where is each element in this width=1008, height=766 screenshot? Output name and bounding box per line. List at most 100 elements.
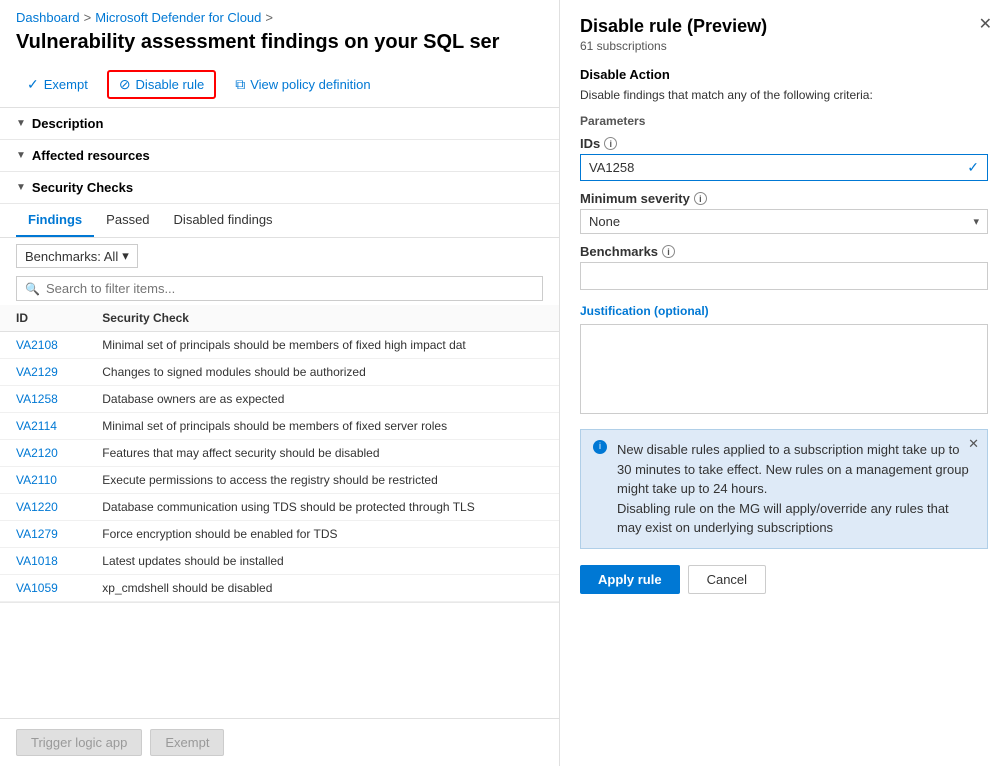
breadcrumb: Dashboard > Microsoft Defender for Cloud… <box>0 0 559 29</box>
benchmarks-filter-label: Benchmarks: All <box>25 249 118 264</box>
info-box-icon: i <box>593 440 607 454</box>
benchmarks-input-container[interactable] <box>580 262 988 290</box>
search-input[interactable] <box>46 281 534 296</box>
benchmarks-filter[interactable]: Benchmarks: All ▾ <box>16 244 138 268</box>
security-checks-section: ▼ Security Checks Findings Passed Disabl… <box>0 172 559 603</box>
filter-row: Benchmarks: All ▾ <box>0 238 559 272</box>
table-row[interactable]: VA2108 Minimal set of principals should … <box>0 332 559 359</box>
row-id: VA2129 <box>0 359 86 386</box>
benchmarks-info-icon: i <box>662 245 675 258</box>
apply-rule-button[interactable]: Apply rule <box>580 565 680 594</box>
bottom-action-bar: Trigger logic app Exempt <box>0 718 560 766</box>
col-id: ID <box>0 305 86 332</box>
breadcrumb-dashboard[interactable]: Dashboard <box>16 10 80 25</box>
row-id: VA2108 <box>0 332 86 359</box>
row-id: VA1018 <box>0 548 86 575</box>
findings-table: ID Security Check VA2108 Minimal set of … <box>0 305 559 602</box>
ids-info-icon: i <box>604 137 617 150</box>
breadcrumb-sep2: > <box>265 10 273 25</box>
page-title: Vulnerability assessment findings on you… <box>0 29 559 64</box>
table-row[interactable]: VA2114 Minimal set of principals should … <box>0 413 559 440</box>
row-check: Latest updates should be installed <box>86 548 559 575</box>
panel-title: Disable rule (Preview) <box>580 16 988 37</box>
disable-rule-icon: ⊘ <box>119 76 131 93</box>
exempt-icon: ✓ <box>27 76 39 93</box>
info-box: ✕ i New disable rules applied to a subsc… <box>580 429 988 549</box>
cancel-button[interactable]: Cancel <box>688 565 766 594</box>
row-id: VA1279 <box>0 521 86 548</box>
view-policy-button[interactable]: ⧉ View policy definition <box>224 71 381 98</box>
affected-chevron: ▼ <box>16 150 26 161</box>
table-row[interactable]: VA1220 Database communication using TDS … <box>0 494 559 521</box>
security-checks-header[interactable]: ▼ Security Checks <box>0 172 559 204</box>
row-id: VA2114 <box>0 413 86 440</box>
min-severity-arrow: ▾ <box>973 215 979 228</box>
toolbar: ✓ Exempt ⊘ Disable rule ⧉ View policy de… <box>0 64 559 108</box>
row-check: Database owners are as expected <box>86 386 559 413</box>
row-id: VA1220 <box>0 494 86 521</box>
table-row[interactable]: VA1279 Force encryption should be enable… <box>0 521 559 548</box>
security-checks-chevron: ▼ <box>16 182 26 193</box>
search-icon: 🔍 <box>25 282 40 296</box>
justification-label: Justification (optional) <box>580 304 988 318</box>
benchmarks-dropdown-arrow: ▾ <box>122 248 129 264</box>
info-box-text: New disable rules applied to a subscript… <box>617 440 975 538</box>
security-checks-label: Security Checks <box>32 180 133 195</box>
min-severity-value: None <box>589 214 973 229</box>
row-check: Execute permissions to access the regist… <box>86 467 559 494</box>
disable-rule-button[interactable]: ⊘ Disable rule <box>107 70 216 99</box>
tab-disabled[interactable]: Disabled findings <box>162 204 285 237</box>
description-label: Description <box>32 116 104 131</box>
ids-field-label: IDs i <box>580 136 988 151</box>
table-row[interactable]: VA1059 xp_cmdshell should be disabled <box>0 575 559 602</box>
tab-passed[interactable]: Passed <box>94 204 161 237</box>
action-buttons: Apply rule Cancel <box>580 565 988 594</box>
ids-input-container[interactable]: ✓ <box>580 154 988 181</box>
breadcrumb-sep1: > <box>84 10 92 25</box>
panel-subtitle: 61 subscriptions <box>580 39 988 53</box>
close-panel-button[interactable]: ✕ <box>979 14 992 34</box>
panel-description: Disable findings that match any of the f… <box>580 88 988 102</box>
search-row: 🔍 <box>0 272 559 305</box>
ids-input[interactable] <box>589 160 967 175</box>
row-check: Features that may affect security should… <box>86 440 559 467</box>
affected-resources-section[interactable]: ▼ Affected resources <box>0 140 559 172</box>
affected-label: Affected resources <box>32 148 150 163</box>
benchmarks-input[interactable] <box>589 267 979 282</box>
col-security-check: Security Check <box>86 305 559 332</box>
row-check: Force encryption should be enabled for T… <box>86 521 559 548</box>
row-id: VA2120 <box>0 440 86 467</box>
disable-rule-panel: ✕ Disable rule (Preview) 61 subscription… <box>560 0 1008 766</box>
description-chevron: ▼ <box>16 118 26 129</box>
params-label: Parameters <box>580 114 988 128</box>
min-severity-label: Minimum severity i <box>580 191 988 206</box>
row-check: xp_cmdshell should be disabled <box>86 575 559 602</box>
table-row[interactable]: VA2110 Execute permissions to access the… <box>0 467 559 494</box>
view-policy-icon: ⧉ <box>235 76 245 93</box>
table-row[interactable]: VA2129 Changes to signed modules should … <box>0 359 559 386</box>
row-id: VA1258 <box>0 386 86 413</box>
table-row[interactable]: VA1018 Latest updates should be installe… <box>0 548 559 575</box>
table-row[interactable]: VA1258 Database owners are as expected <box>0 386 559 413</box>
row-check: Minimal set of principals should be memb… <box>86 332 559 359</box>
findings-table-container: ID Security Check VA2108 Minimal set of … <box>0 305 559 602</box>
benchmarks-label: Benchmarks i <box>580 244 988 259</box>
min-severity-info-icon: i <box>694 192 707 205</box>
search-box-container: 🔍 <box>16 276 543 301</box>
tab-findings[interactable]: Findings <box>16 204 94 237</box>
justification-textarea[interactable] <box>580 324 988 414</box>
info-box-close[interactable]: ✕ <box>968 436 979 452</box>
row-check: Minimal set of principals should be memb… <box>86 413 559 440</box>
min-severity-dropdown[interactable]: None ▾ <box>580 209 988 234</box>
main-layout: Dashboard > Microsoft Defender for Cloud… <box>0 0 1008 766</box>
exempt-button[interactable]: ✓ Exempt <box>16 71 99 98</box>
table-row[interactable]: VA2120 Features that may affect security… <box>0 440 559 467</box>
breadcrumb-defender[interactable]: Microsoft Defender for Cloud <box>95 10 261 25</box>
row-id: VA1059 <box>0 575 86 602</box>
description-section[interactable]: ▼ Description <box>0 108 559 140</box>
row-check: Database communication using TDS should … <box>86 494 559 521</box>
ids-check-icon: ✓ <box>967 159 979 176</box>
disable-action-title: Disable Action <box>580 67 988 82</box>
exempt-bottom-button: Exempt <box>150 729 224 756</box>
row-check: Changes to signed modules should be auth… <box>86 359 559 386</box>
